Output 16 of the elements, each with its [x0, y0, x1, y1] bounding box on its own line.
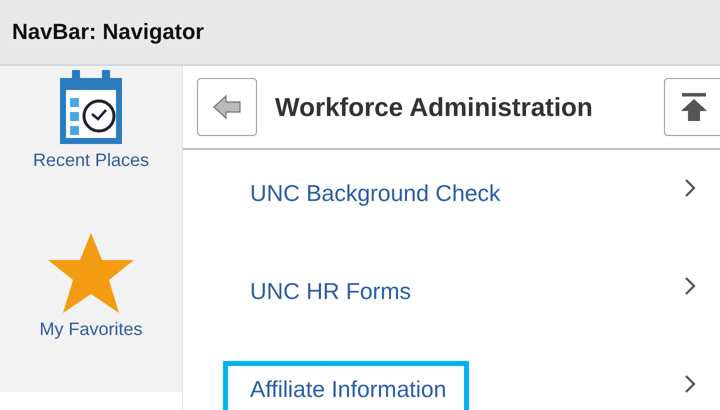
window-title: NavBar: Navigator	[12, 19, 204, 45]
scroll-top-button[interactable]	[664, 78, 720, 136]
arrow-to-top-icon	[681, 93, 707, 121]
menu-link[interactable]: UNC HR Forms	[223, 262, 434, 336]
sidebar-link[interactable]: My Favorites	[39, 319, 143, 340]
chevron-right-icon	[684, 178, 696, 198]
calendar-clock-icon	[58, 70, 124, 146]
panel-title: Workforce Administration	[275, 92, 594, 122]
star-icon	[48, 233, 134, 315]
back-arrow-icon	[213, 93, 241, 121]
chevron-right-icon	[684, 276, 696, 296]
back-button[interactable]	[197, 78, 257, 136]
sidebar-link[interactable]: Recent Places	[32, 150, 150, 171]
chevron-right-icon	[684, 374, 696, 394]
menu-link[interactable]: Affiliate Information	[223, 360, 470, 410]
menu-link[interactable]: UNC Background Check	[223, 164, 524, 238]
